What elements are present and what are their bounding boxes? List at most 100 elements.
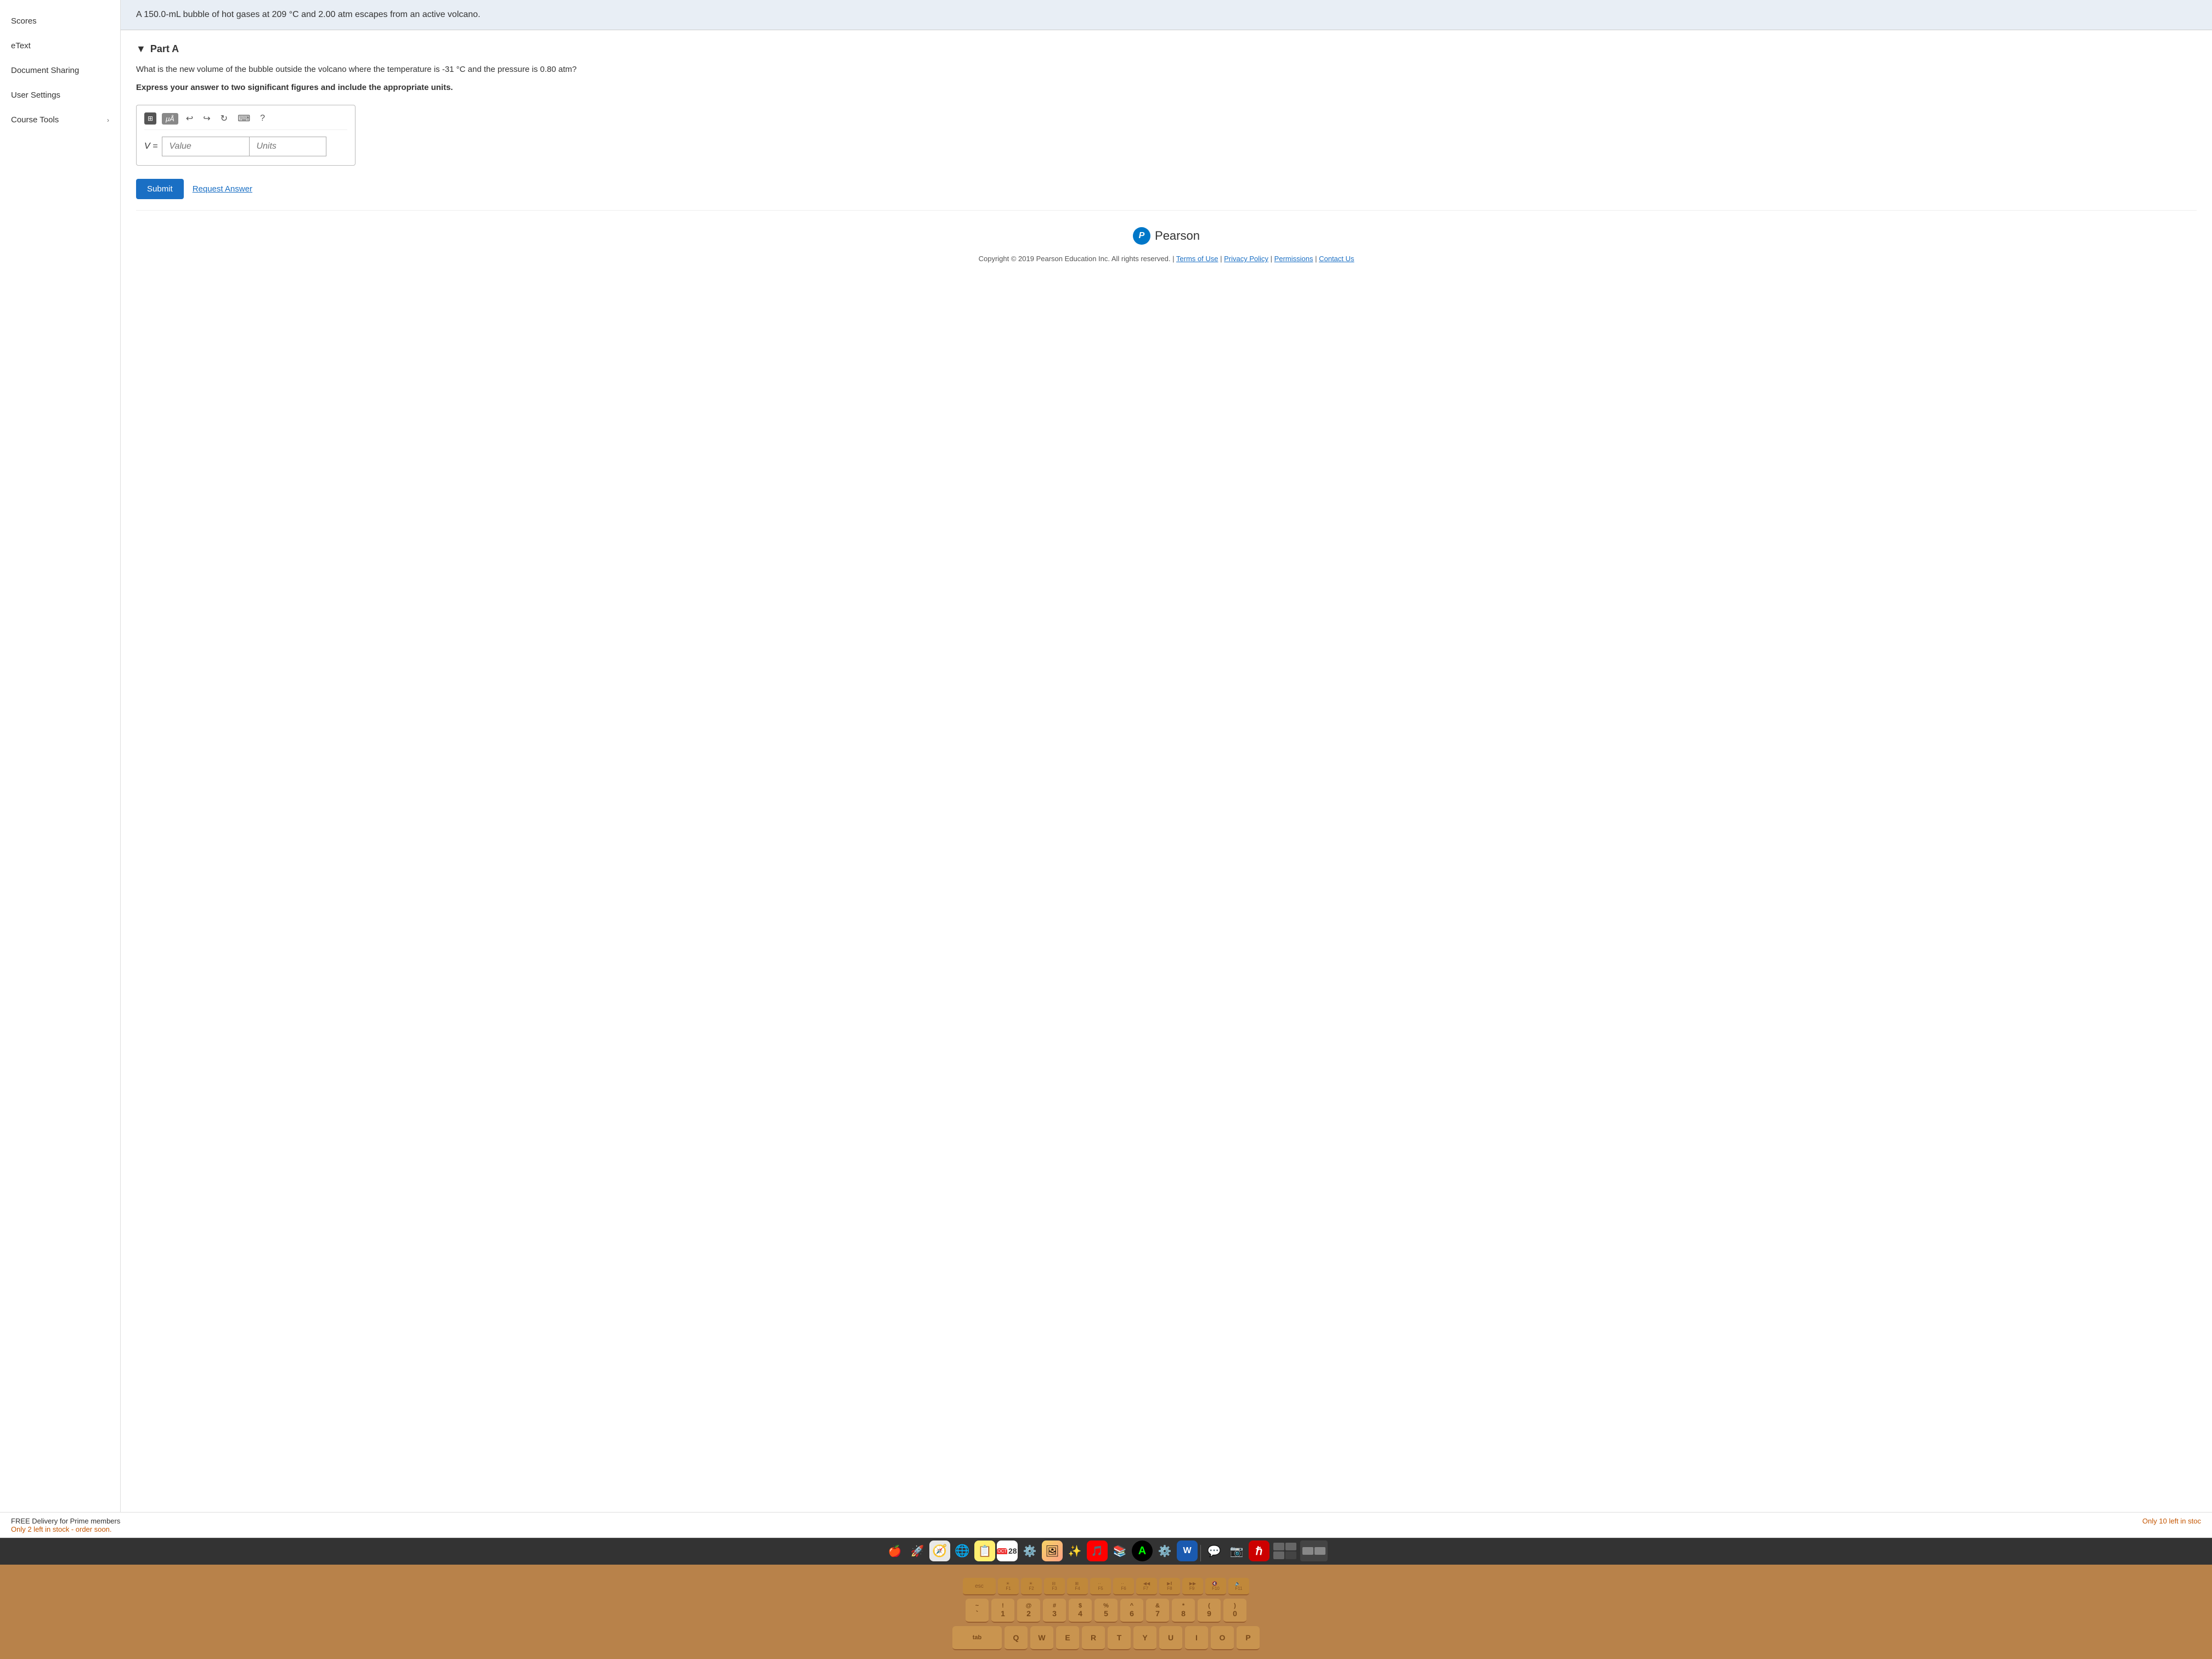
sidebar-item-etext[interactable]: eText [0,33,120,58]
dock-firetask[interactable]: ℏ [1249,1541,1269,1561]
dock-photos[interactable]: 🖼 [1042,1541,1063,1561]
2-key[interactable]: @2 [1017,1599,1040,1623]
w-key[interactable]: W [1030,1626,1053,1650]
v-equals-label: V = [144,142,157,151]
backtick-key[interactable]: ~` [966,1599,989,1623]
dock-calendar[interactable]: OCT 28 [997,1541,1018,1561]
pearson-name: Pearson [1155,229,1200,243]
request-answer-button[interactable]: Request Answer [193,184,252,194]
pearson-logo: P Pearson [151,227,2181,245]
dock-desktop2[interactable] [1300,1541,1328,1561]
dock-music[interactable]: 🎵 [1087,1541,1108,1561]
terms-of-use-link[interactable]: Terms of Use [1176,255,1218,263]
dock-desktop1[interactable] [1271,1541,1299,1561]
part-label-text: Part A [150,43,179,55]
4-key[interactable]: $4 [1069,1599,1092,1623]
copyright-text: Copyright © 2019 Pearson Education Inc. … [151,252,2181,265]
help-button[interactable]: ? [258,112,267,125]
submit-button[interactable]: Submit [136,179,184,199]
f6-key[interactable]: ··F6 [1113,1578,1134,1595]
dock-safari[interactable]: 🧭 [929,1541,950,1561]
f10-key[interactable]: 🔇F10 [1205,1578,1226,1595]
u-key[interactable]: U [1159,1626,1182,1650]
r-key[interactable]: R [1082,1626,1105,1650]
mu-button[interactable]: μÅ [162,113,178,125]
o-key[interactable]: O [1211,1626,1234,1650]
keyboard-button[interactable]: ⌨ [235,112,252,125]
f5-key[interactable]: ·· F5 [1090,1578,1111,1595]
dock-messages[interactable]: 💬 [1204,1541,1224,1561]
6-key[interactable]: ^6 [1120,1599,1143,1623]
t-key[interactable]: T [1108,1626,1131,1650]
value-input[interactable] [162,137,250,156]
refresh-button[interactable]: ↻ [218,112,230,125]
i-key[interactable]: I [1185,1626,1208,1650]
fn-key-row: esc ☀F1 ☀F2 ⊟F3 ⊞F4 ·· F5 ··F6 ◀◀F7 ▶‖F8… [11,1578,2201,1595]
f7-key[interactable]: ◀◀F7 [1136,1578,1157,1595]
f11-key[interactable]: 🔈F11 [1228,1578,1249,1595]
f1-key[interactable]: ☀F1 [998,1578,1019,1595]
main-layout: Scores eText Document Sharing User Setti… [0,0,2212,1512]
y-key[interactable]: Y [1133,1626,1156,1650]
dock-separator [1200,1545,1201,1561]
3-key[interactable]: #3 [1043,1599,1066,1623]
part-section: ▼ Part A What is the new volume of the b… [121,30,2212,289]
shopping-right: Only 10 left in stoc [2142,1517,2201,1533]
question-context-bar: A 150.0-mL bubble of hot gases at 209 °C… [121,0,2212,30]
contact-us-link[interactable]: Contact Us [1319,255,1354,263]
q-key[interactable]: Q [1005,1626,1028,1650]
chevron-right-icon: › [107,116,109,124]
tab-key[interactable]: tab [952,1626,1002,1650]
content-area: A 150.0-mL bubble of hot gases at 209 °C… [121,0,2212,1512]
f3-key[interactable]: ⊟F3 [1044,1578,1065,1595]
units-input[interactable] [250,137,326,156]
dock-books[interactable]: 📚 [1109,1541,1130,1561]
dock-finder[interactable]: 🍎 [884,1541,905,1561]
pearson-circle-icon: P [1133,227,1150,245]
answer-toolbar: ⊞ μÅ ↩ ↪ ↻ ⌨ ? [144,112,347,130]
part-label: ▼ Part A [136,43,2197,55]
f4-key[interactable]: ⊞F4 [1067,1578,1088,1595]
format-icon: ⊞ [148,115,153,122]
dock-sparkle[interactable]: ✨ [1064,1541,1085,1561]
f9-key[interactable]: ▶▶F9 [1182,1578,1203,1595]
number-key-row: ~` !1 @2 #3 $4 %5 ^6 &7 *8 (9 )0 [11,1599,2201,1623]
8-key[interactable]: *8 [1172,1599,1195,1623]
stock-warning-right: Only 10 left in stoc [2142,1517,2201,1525]
format-button[interactable]: ⊞ [144,112,156,125]
7-key[interactable]: &7 [1146,1599,1169,1623]
1-key[interactable]: !1 [991,1599,1014,1623]
undo-button[interactable]: ↩ [184,112,195,125]
9-key[interactable]: (9 [1198,1599,1221,1623]
dock-launchpad[interactable]: 🚀 [907,1541,928,1561]
5-key[interactable]: %5 [1094,1599,1118,1623]
question-instruction: Express your answer to two significant f… [136,82,2197,94]
sidebar-item-course-tools[interactable]: Course Tools › [0,108,120,132]
esc-key[interactable]: esc [963,1578,996,1595]
dock-finder2[interactable]: ⚙️ [1019,1541,1040,1561]
f8-key[interactable]: ▶‖F8 [1159,1578,1180,1595]
e-key[interactable]: E [1056,1626,1079,1650]
sidebar-item-user-settings[interactable]: User Settings [0,83,120,108]
dock-activity[interactable]: A [1132,1541,1153,1561]
dock-camera[interactable]: 📷 [1226,1541,1247,1561]
sidebar-item-scores[interactable]: Scores [0,9,120,33]
dock-notes[interactable]: 📋 [974,1541,995,1561]
sidebar: Scores eText Document Sharing User Setti… [0,0,121,1512]
sidebar-item-document-sharing[interactable]: Document Sharing [0,58,120,83]
p-key[interactable]: P [1237,1626,1260,1650]
0-key[interactable]: )0 [1223,1599,1246,1623]
f2-key[interactable]: ☀F2 [1021,1578,1042,1595]
action-buttons: Submit Request Answer [136,179,2197,199]
dock: 🍎 🚀 🧭 🌐 📋 OCT 28 ⚙️ 🖼 ✨ 🎵 📚 A ⚙️ W 💬 📷 ℏ [0,1538,2212,1565]
permissions-link[interactable]: Permissions [1274,255,1313,263]
redo-button[interactable]: ↪ [201,112,212,125]
footer-area: P Pearson Copyright © 2019 Pearson Educa… [136,210,2197,276]
screen: Scores eText Document Sharing User Setti… [0,0,2212,1565]
letter-row: tab Q W E R T Y U I O P [11,1626,2201,1650]
shopping-left: FREE Delivery for Prime members Only 2 l… [11,1517,120,1533]
privacy-policy-link[interactable]: Privacy Policy [1224,255,1268,263]
dock-chrome[interactable]: 🌐 [952,1541,973,1561]
dock-settings[interactable]: ⚙️ [1154,1541,1175,1561]
dock-word[interactable]: W [1177,1541,1198,1561]
